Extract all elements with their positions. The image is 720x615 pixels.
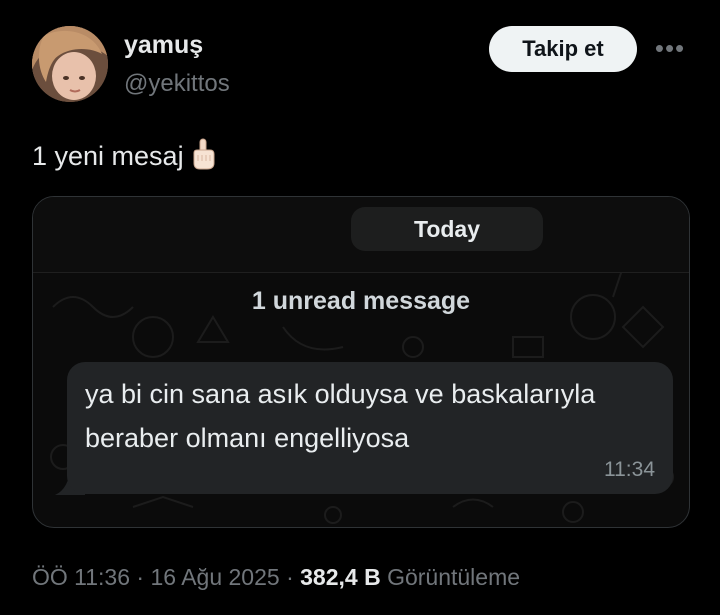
display-name[interactable]: yamuş [124,31,203,60]
tweet-date[interactable]: 16 Ağu 2025 [150,564,279,590]
tweet-text-content: 1 yeni mesaj [32,141,184,171]
views-label: Görüntüleme [387,564,521,590]
unread-divider: 1 unread message [251,287,471,315]
meta-separator: · [286,564,294,590]
more-options-icon[interactable]: ••• [650,30,690,66]
pointing-up-emoji-icon [188,137,218,171]
chat-screenshot[interactable]: Today 1 unread message ya bi cin sana as… [32,196,690,528]
views-count: 382,4 B [300,564,381,590]
message-time: 11:34 [604,458,655,481]
meta-separator: · [136,564,145,590]
handle[interactable]: @yekittos [124,70,230,98]
message-text: ya bi cin sana asık olduysa ve baskaları… [85,379,596,453]
tweet-meta: ÖÖ 11:36 · 16 Ağu 2025 · 382,4 B Görüntü… [32,564,520,591]
tweet-time[interactable]: ÖÖ 11:36 [32,564,130,590]
date-divider-today: Today [351,207,543,251]
message-bubble: ya bi cin sana asık olduysa ve baskaları… [67,362,673,494]
avatar[interactable] [32,26,108,102]
follow-button[interactable]: Takip et [489,26,637,72]
tweet-text: 1 yeni mesaj [32,137,218,172]
